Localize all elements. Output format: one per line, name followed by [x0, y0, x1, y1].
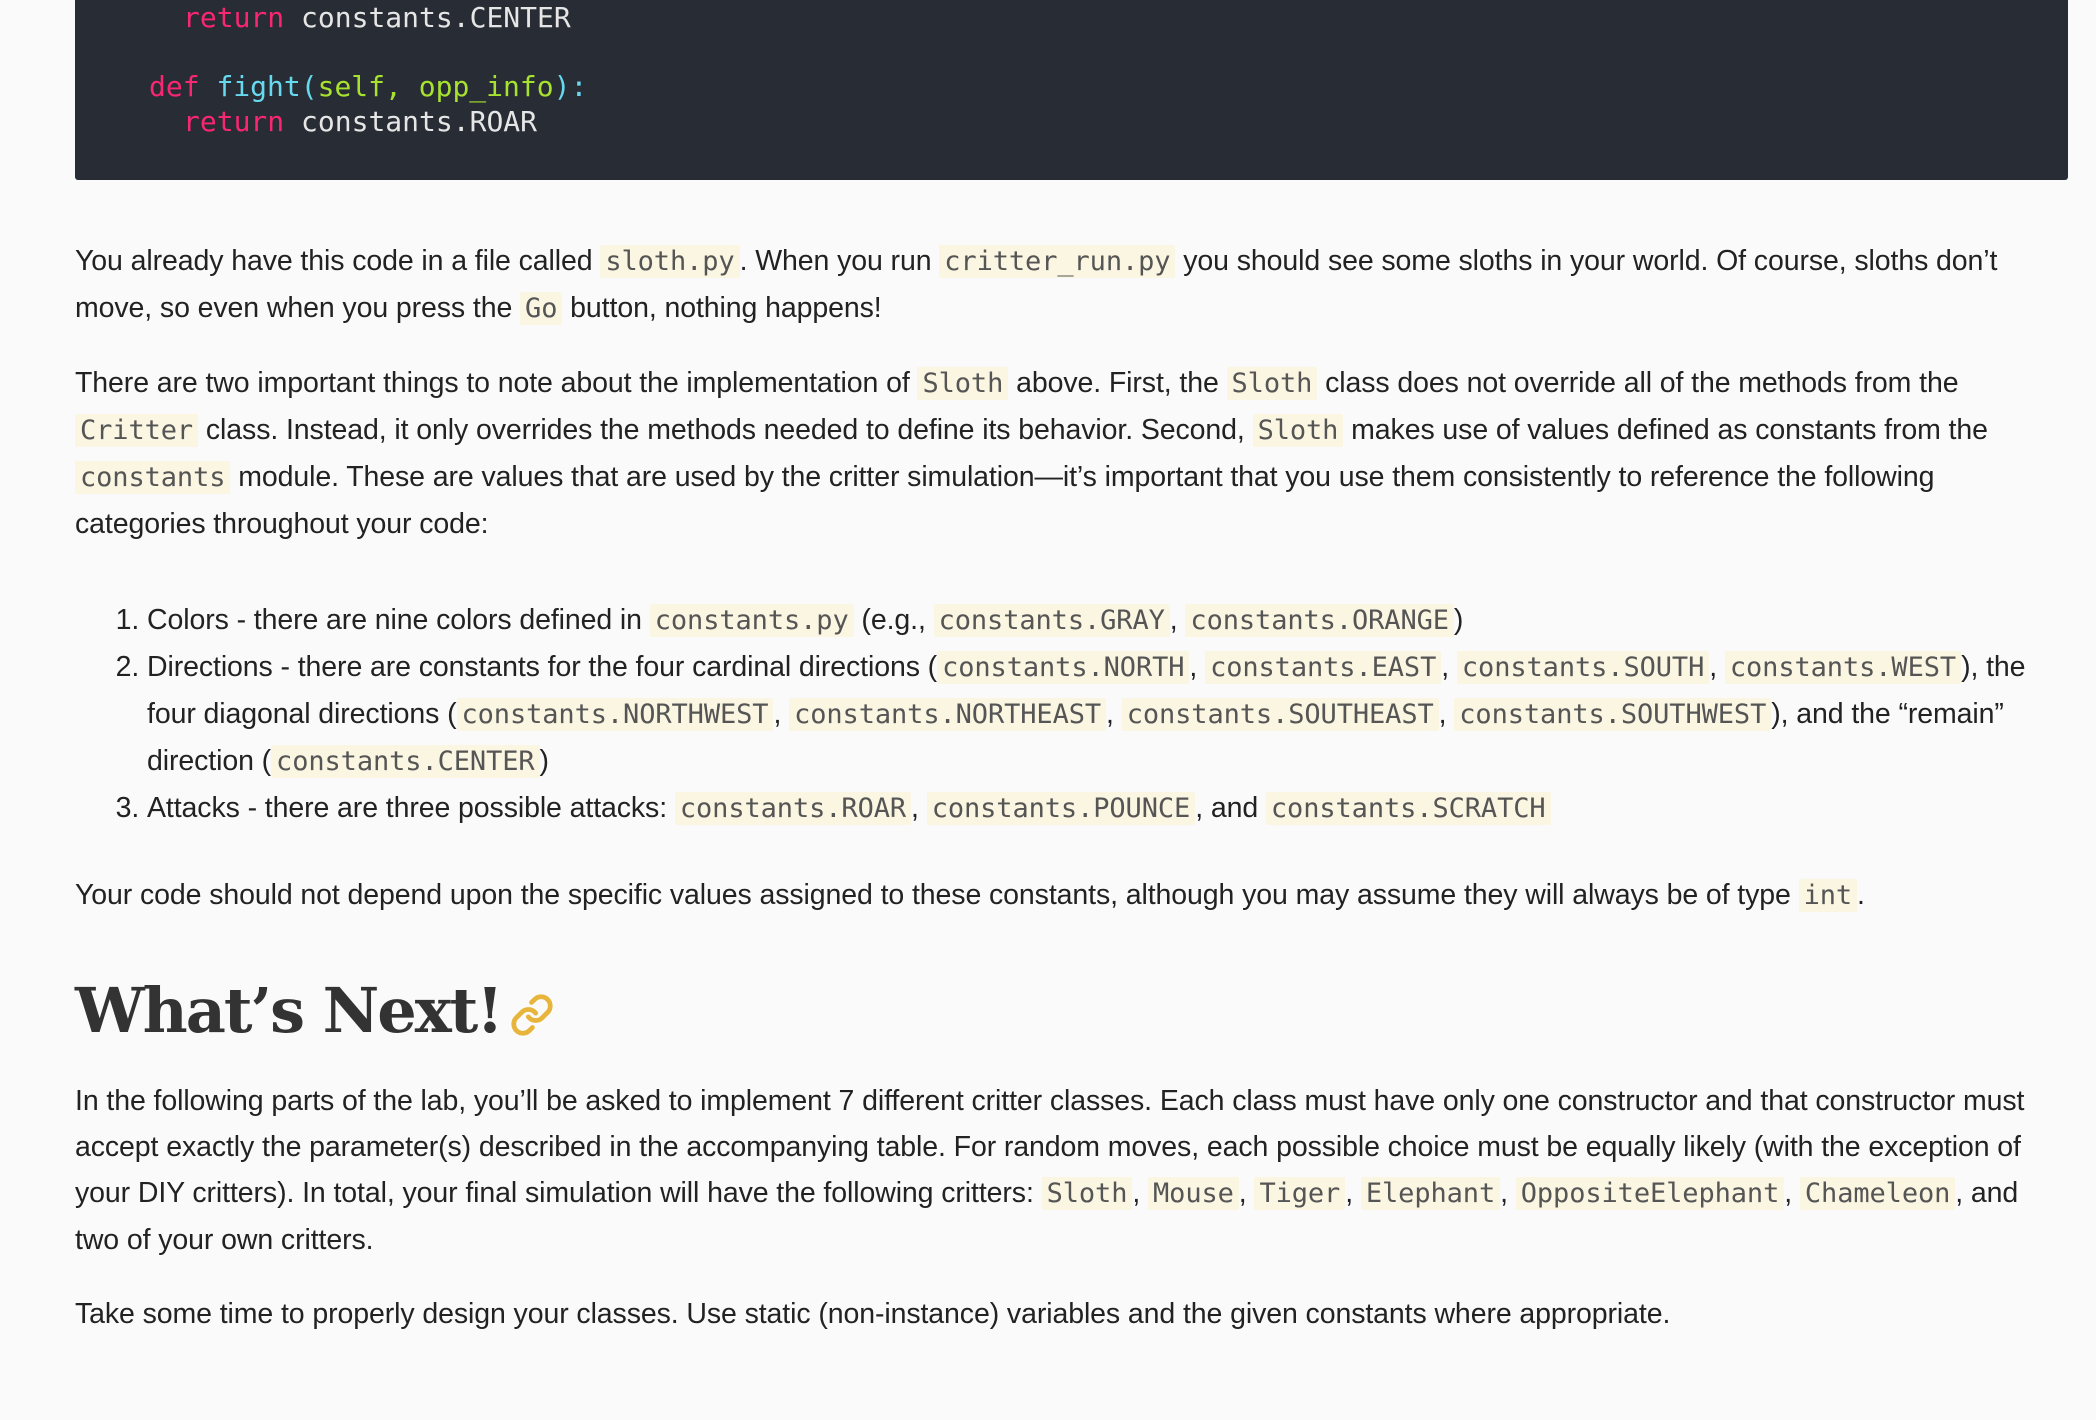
inline-code: constants.WEST: [1724, 651, 1962, 684]
inline-code: constants.NORTH: [937, 651, 1190, 684]
inline-code: int: [1798, 879, 1858, 912]
heading-text: What’s Next!: [75, 974, 504, 1047]
inline-code: Go: [520, 292, 563, 325]
paragraph-critter-classes: In the following parts of the lab, you’l…: [75, 1085, 2025, 1256]
inline-code: constants.SOUTH: [1456, 651, 1710, 684]
list-item-colors: Colors - there are nine colors defined i…: [147, 597, 2035, 644]
paragraph-design-classes: Take some time to properly design your c…: [75, 1298, 1671, 1330]
code-block: return constants.CENTER def fight(self, …: [75, 0, 2068, 180]
inline-code: constants.GRAY: [933, 604, 1170, 637]
code-function-name: fight: [216, 70, 301, 103]
inline-code: Sloth: [1252, 414, 1344, 447]
code-keyword: def: [149, 70, 200, 103]
code-punctuation: ):: [553, 70, 588, 103]
inline-code: OppositeElephant: [1515, 1177, 1785, 1210]
inline-code: constants.NORTHEAST: [789, 698, 1107, 731]
code-text: constants.CENTER: [284, 1, 571, 34]
code-text: constants.ROAR: [284, 105, 538, 138]
inline-code: constants.py: [649, 604, 854, 637]
inline-code: constants.SOUTHWEST: [1454, 698, 1772, 731]
inline-code: Critter: [75, 414, 199, 447]
inline-code: constants.ROAR: [674, 792, 912, 825]
code-params: self, opp_info: [317, 70, 554, 103]
constants-categories-list: Colors - there are nine colors defined i…: [75, 597, 2035, 832]
code-keyword: return: [183, 1, 285, 34]
paragraph-constant-values: Your code should not depend upon the spe…: [75, 879, 1865, 912]
inline-code: Sloth: [1226, 367, 1318, 400]
inline-code: constants.SCRATCH: [1265, 792, 1551, 825]
inline-code: constants.EAST: [1205, 651, 1442, 684]
inline-code: Mouse: [1148, 1177, 1239, 1210]
list-item-directions: Directions - there are constants for the…: [147, 644, 2035, 785]
inline-code: constants: [75, 461, 231, 494]
inline-code: Tiger: [1254, 1177, 1346, 1210]
paragraph-sloth-file: You already have this code in a file cal…: [75, 245, 1998, 325]
code-punctuation: (: [300, 70, 318, 103]
inline-code: constants.CENTER: [271, 745, 540, 778]
code-keyword: return: [183, 105, 285, 138]
inline-code: sloth.py: [600, 245, 740, 278]
section-heading-whats-next: What’s Next!: [75, 971, 2035, 1056]
inline-code: Sloth: [1041, 1177, 1133, 1210]
list-item-attacks: Attacks - there are three possible attac…: [147, 785, 2035, 832]
article-content: You already have this code in a file cal…: [75, 238, 2035, 1365]
code-line-return-roar: return constants.ROAR: [183, 104, 537, 139]
inline-code: Elephant: [1360, 1177, 1501, 1210]
paragraph-implementation-notes: There are two important things to note a…: [75, 367, 1988, 540]
inline-code: constants.SOUTHEAST: [1121, 698, 1439, 731]
inline-code: constants.ORANGE: [1185, 604, 1454, 637]
inline-code: Chameleon: [1799, 1177, 1956, 1210]
inline-code: critter_run.py: [939, 245, 1176, 278]
inline-code: Sloth: [917, 367, 1009, 400]
inline-code: constants.POUNCE: [926, 792, 1196, 825]
link-icon[interactable]: [510, 976, 554, 1056]
code-line-def-fight: def fight(self, opp_info):: [149, 69, 587, 104]
inline-code: constants.NORTHWEST: [456, 698, 774, 731]
code-line-return-center: return constants.CENTER: [183, 0, 571, 35]
